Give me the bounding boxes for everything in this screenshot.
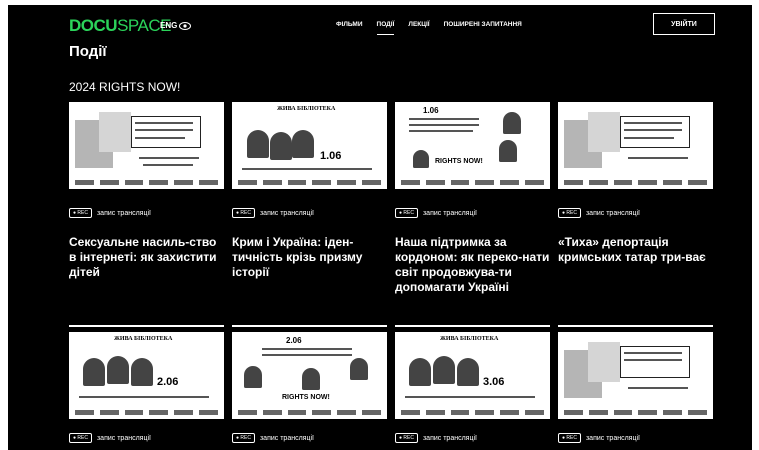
- rec-badge: ● REC: [69, 208, 92, 218]
- rec-label: запис трансляції: [96, 209, 151, 217]
- language-switch[interactable]: ENG: [160, 21, 177, 30]
- rec-label: запис трансляції: [585, 434, 640, 442]
- event-thumbnail: [558, 332, 713, 419]
- event-card[interactable]: ЖИВА БІБЛІОТЕКА 3.06 ● REC запис трансля…: [395, 332, 550, 443]
- event-date: 2.06: [157, 376, 179, 388]
- rec-badge: ● REC: [232, 433, 255, 443]
- nav-events[interactable]: ПОДІЇ: [376, 21, 395, 35]
- rec-label: запис трансляції: [259, 434, 314, 442]
- event-thumbnail: ЖИВА БІБЛІОТЕКА 1.06: [232, 102, 387, 189]
- event-title[interactable]: Сексуальне насиль-ство в інтернеті: як з…: [69, 235, 224, 280]
- library-title: ЖИВА БІБЛІОТЕКА: [114, 336, 173, 342]
- event-date: 1.06: [423, 106, 439, 115]
- row-divider: [69, 325, 224, 327]
- event-card[interactable]: ЖИВА БІБЛІОТЕКА 2.06 ● REC запис трансля…: [69, 332, 224, 443]
- rec-label: запис трансляції: [585, 209, 640, 217]
- event-thumbnail: ЖИВА БІБЛІОТЕКА 2.06: [69, 332, 224, 419]
- rec-badge: ● REC: [232, 208, 255, 218]
- rec-badge: ● REC: [69, 433, 92, 443]
- rec-badge: ● REC: [558, 433, 581, 443]
- login-button[interactable]: УВІЙТИ: [653, 13, 715, 35]
- event-card[interactable]: ● REC запис трансляції Сексуальне насиль…: [69, 102, 224, 280]
- rec-badge: ● REC: [395, 433, 418, 443]
- rights-now-mark: RIGHTS NOW!: [435, 158, 483, 165]
- library-title: ЖИВА БІБЛІОТЕКА: [440, 336, 499, 342]
- event-card[interactable]: 2.06 RIGHTS NOW! ● REC запис трансляції: [232, 332, 387, 443]
- eye-icon[interactable]: [179, 18, 191, 36]
- rec-label: запис трансляції: [259, 209, 314, 217]
- event-thumbnail: [558, 102, 713, 189]
- event-card[interactable]: ЖИВА БІБЛІОТЕКА 1.06 ● REC запис трансля…: [232, 102, 387, 280]
- event-thumbnail: ЖИВА БІБЛІОТЕКА 3.06: [395, 332, 550, 419]
- event-title[interactable]: «Тиха» депортація кримських татар три-ва…: [558, 235, 713, 265]
- row-divider: [395, 325, 550, 327]
- event-card[interactable]: ● REC запис трансляції: [558, 332, 713, 443]
- logo-bold: DOCU: [69, 16, 118, 35]
- event-date: 2.06: [286, 336, 302, 345]
- event-date: 1.06: [320, 150, 342, 162]
- event-thumbnail: 2.06 RIGHTS NOW!: [232, 332, 387, 419]
- nav-films[interactable]: ФІЛЬМИ: [336, 21, 363, 35]
- event-card[interactable]: ● REC запис трансляції «Тиха» депортація…: [558, 102, 713, 265]
- event-card[interactable]: 1.06 RIGHTS NOW! ● REC запис трансляції …: [395, 102, 550, 295]
- rec-label: запис трансляції: [422, 434, 477, 442]
- nav-lectures[interactable]: ЛЕКЦІЇ: [408, 21, 429, 35]
- page-title: Події: [69, 43, 107, 60]
- event-title[interactable]: Крим і Україна: іден-тичність крізь приз…: [232, 235, 387, 280]
- nav-faq[interactable]: ПОШИРЕНІ ЗАПИТАННЯ: [444, 21, 522, 35]
- row-divider: [232, 325, 387, 327]
- event-date: 3.06: [483, 376, 505, 388]
- library-title: ЖИВА БІБЛІОТЕКА: [277, 106, 336, 112]
- row-divider: [558, 325, 713, 327]
- rec-label: запис трансляції: [422, 209, 477, 217]
- main-nav: ФІЛЬМИ ПОДІЇ ЛЕКЦІЇ ПОШИРЕНІ ЗАПИТАННЯ: [336, 21, 522, 35]
- app-screen: DOCUSPACE ENG ФІЛЬМИ ПОДІЇ ЛЕКЦІЇ ПОШИРЕ…: [8, 5, 752, 450]
- event-thumbnail: [69, 102, 224, 189]
- event-title[interactable]: Наша підтримка за кордоном: як переко-на…: [395, 235, 550, 295]
- rec-label: запис трансляції: [96, 434, 151, 442]
- section-title: 2024 RIGHTS NOW!: [69, 80, 181, 94]
- rec-badge: ● REC: [395, 208, 418, 218]
- event-thumbnail: 1.06 RIGHTS NOW!: [395, 102, 550, 189]
- rec-badge: ● REC: [558, 208, 581, 218]
- docuspace-logo[interactable]: DOCUSPACE: [69, 16, 171, 36]
- rights-now-mark: RIGHTS NOW!: [282, 394, 330, 401]
